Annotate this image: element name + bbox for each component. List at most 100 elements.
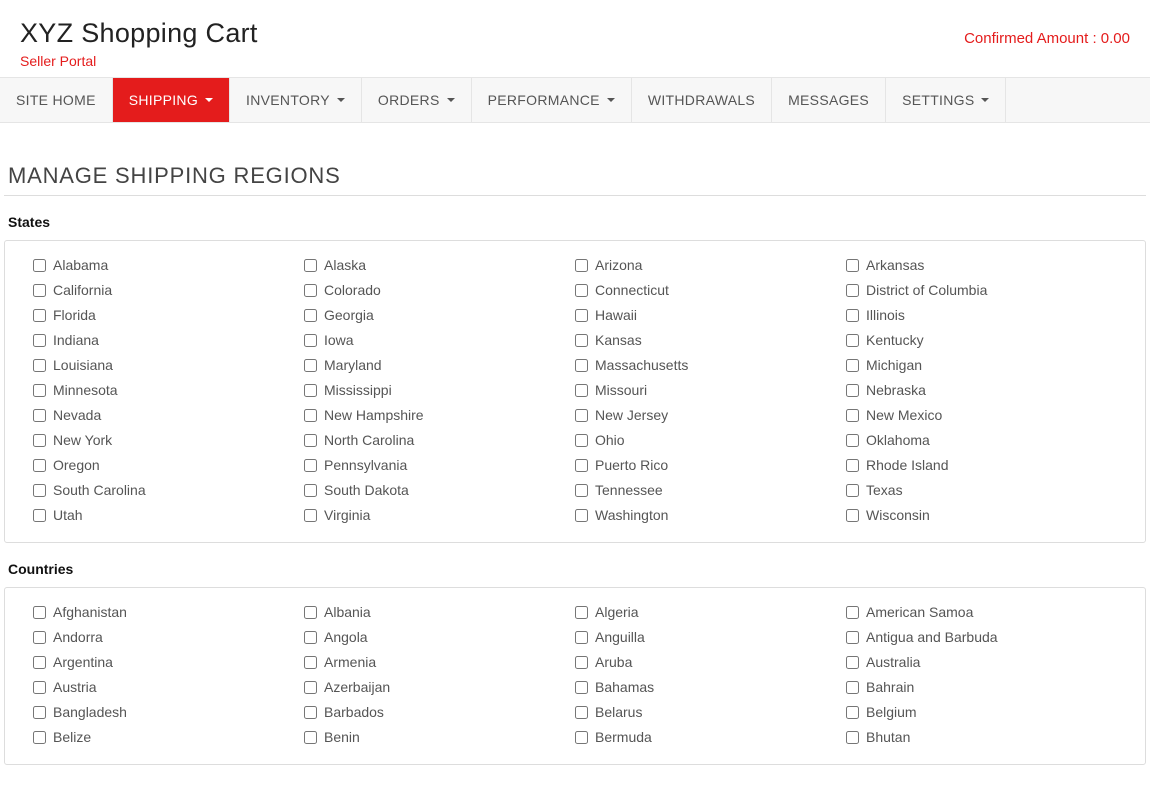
region-item[interactable]: Aruba — [575, 654, 846, 670]
region-checkbox[interactable] — [33, 409, 46, 422]
region-checkbox[interactable] — [304, 259, 317, 272]
region-checkbox[interactable] — [846, 284, 859, 297]
region-checkbox[interactable] — [304, 731, 317, 744]
region-item[interactable]: Bermuda — [575, 729, 846, 745]
region-item[interactable]: Maryland — [304, 357, 575, 373]
region-checkbox[interactable] — [304, 409, 317, 422]
region-item[interactable]: New Jersey — [575, 407, 846, 423]
nav-orders[interactable]: ORDERS — [362, 78, 472, 122]
region-checkbox[interactable] — [33, 706, 46, 719]
region-checkbox[interactable] — [846, 259, 859, 272]
region-item[interactable]: Minnesota — [33, 382, 304, 398]
region-checkbox[interactable] — [33, 259, 46, 272]
region-checkbox[interactable] — [33, 606, 46, 619]
region-checkbox[interactable] — [846, 681, 859, 694]
region-item[interactable]: Rhode Island — [846, 457, 1117, 473]
region-checkbox[interactable] — [846, 706, 859, 719]
region-item[interactable]: Benin — [304, 729, 575, 745]
region-item[interactable]: New Hampshire — [304, 407, 575, 423]
region-checkbox[interactable] — [33, 284, 46, 297]
region-checkbox[interactable] — [846, 731, 859, 744]
region-item[interactable]: Tennessee — [575, 482, 846, 498]
region-checkbox[interactable] — [575, 484, 588, 497]
region-item[interactable]: Antigua and Barbuda — [846, 629, 1117, 645]
region-checkbox[interactable] — [846, 631, 859, 644]
region-item[interactable]: Massachusetts — [575, 357, 846, 373]
region-checkbox[interactable] — [575, 681, 588, 694]
region-checkbox[interactable] — [575, 284, 588, 297]
region-checkbox[interactable] — [33, 434, 46, 447]
region-checkbox[interactable] — [33, 631, 46, 644]
nav-shipping[interactable]: SHIPPING — [113, 78, 230, 122]
region-checkbox[interactable] — [304, 384, 317, 397]
region-item[interactable]: Arkansas — [846, 257, 1117, 273]
region-checkbox[interactable] — [304, 309, 317, 322]
region-checkbox[interactable] — [575, 509, 588, 522]
region-checkbox[interactable] — [575, 731, 588, 744]
region-checkbox[interactable] — [33, 359, 46, 372]
region-item[interactable]: Austria — [33, 679, 304, 695]
region-item[interactable]: South Dakota — [304, 482, 575, 498]
region-item[interactable]: Australia — [846, 654, 1117, 670]
region-item[interactable]: Wisconsin — [846, 507, 1117, 523]
nav-site-home[interactable]: SITE HOME — [0, 78, 113, 122]
region-item[interactable]: Alaska — [304, 257, 575, 273]
region-item[interactable]: Oregon — [33, 457, 304, 473]
region-checkbox[interactable] — [304, 284, 317, 297]
region-item[interactable]: Argentina — [33, 654, 304, 670]
region-item[interactable]: South Carolina — [33, 482, 304, 498]
region-item[interactable]: Pennsylvania — [304, 457, 575, 473]
region-item[interactable]: Florida — [33, 307, 304, 323]
region-checkbox[interactable] — [304, 359, 317, 372]
region-item[interactable]: Bahamas — [575, 679, 846, 695]
nav-messages[interactable]: MESSAGES — [772, 78, 886, 122]
region-checkbox[interactable] — [575, 434, 588, 447]
region-checkbox[interactable] — [304, 656, 317, 669]
region-checkbox[interactable] — [33, 384, 46, 397]
region-checkbox[interactable] — [846, 656, 859, 669]
region-item[interactable]: Michigan — [846, 357, 1117, 373]
region-checkbox[interactable] — [846, 434, 859, 447]
region-item[interactable]: Colorado — [304, 282, 575, 298]
region-item[interactable]: Azerbaijan — [304, 679, 575, 695]
nav-performance[interactable]: PERFORMANCE — [472, 78, 632, 122]
region-checkbox[interactable] — [33, 484, 46, 497]
region-item[interactable]: District of Columbia — [846, 282, 1117, 298]
region-item[interactable]: Louisiana — [33, 357, 304, 373]
region-checkbox[interactable] — [33, 509, 46, 522]
region-checkbox[interactable] — [33, 309, 46, 322]
region-checkbox[interactable] — [575, 706, 588, 719]
region-checkbox[interactable] — [304, 334, 317, 347]
region-item[interactable]: Afghanistan — [33, 604, 304, 620]
region-item[interactable]: Anguilla — [575, 629, 846, 645]
region-checkbox[interactable] — [846, 409, 859, 422]
region-checkbox[interactable] — [575, 459, 588, 472]
region-item[interactable]: Hawaii — [575, 307, 846, 323]
region-item[interactable]: American Samoa — [846, 604, 1117, 620]
region-item[interactable]: Arizona — [575, 257, 846, 273]
region-checkbox[interactable] — [304, 706, 317, 719]
region-checkbox[interactable] — [575, 409, 588, 422]
region-item[interactable]: Belize — [33, 729, 304, 745]
region-checkbox[interactable] — [846, 509, 859, 522]
region-item[interactable]: Georgia — [304, 307, 575, 323]
region-checkbox[interactable] — [575, 309, 588, 322]
nav-withdrawals[interactable]: WITHDRAWALS — [632, 78, 772, 122]
region-checkbox[interactable] — [846, 309, 859, 322]
region-checkbox[interactable] — [575, 359, 588, 372]
region-checkbox[interactable] — [575, 334, 588, 347]
region-checkbox[interactable] — [846, 484, 859, 497]
nav-settings[interactable]: SETTINGS — [886, 78, 1006, 122]
region-item[interactable]: Virginia — [304, 507, 575, 523]
region-checkbox[interactable] — [575, 259, 588, 272]
region-item[interactable]: Angola — [304, 629, 575, 645]
region-checkbox[interactable] — [575, 656, 588, 669]
region-item[interactable]: North Carolina — [304, 432, 575, 448]
region-checkbox[interactable] — [33, 334, 46, 347]
region-item[interactable]: Andorra — [33, 629, 304, 645]
region-item[interactable]: Utah — [33, 507, 304, 523]
region-checkbox[interactable] — [304, 484, 317, 497]
region-item[interactable]: California — [33, 282, 304, 298]
region-item[interactable]: Bahrain — [846, 679, 1117, 695]
region-item[interactable]: Ohio — [575, 432, 846, 448]
